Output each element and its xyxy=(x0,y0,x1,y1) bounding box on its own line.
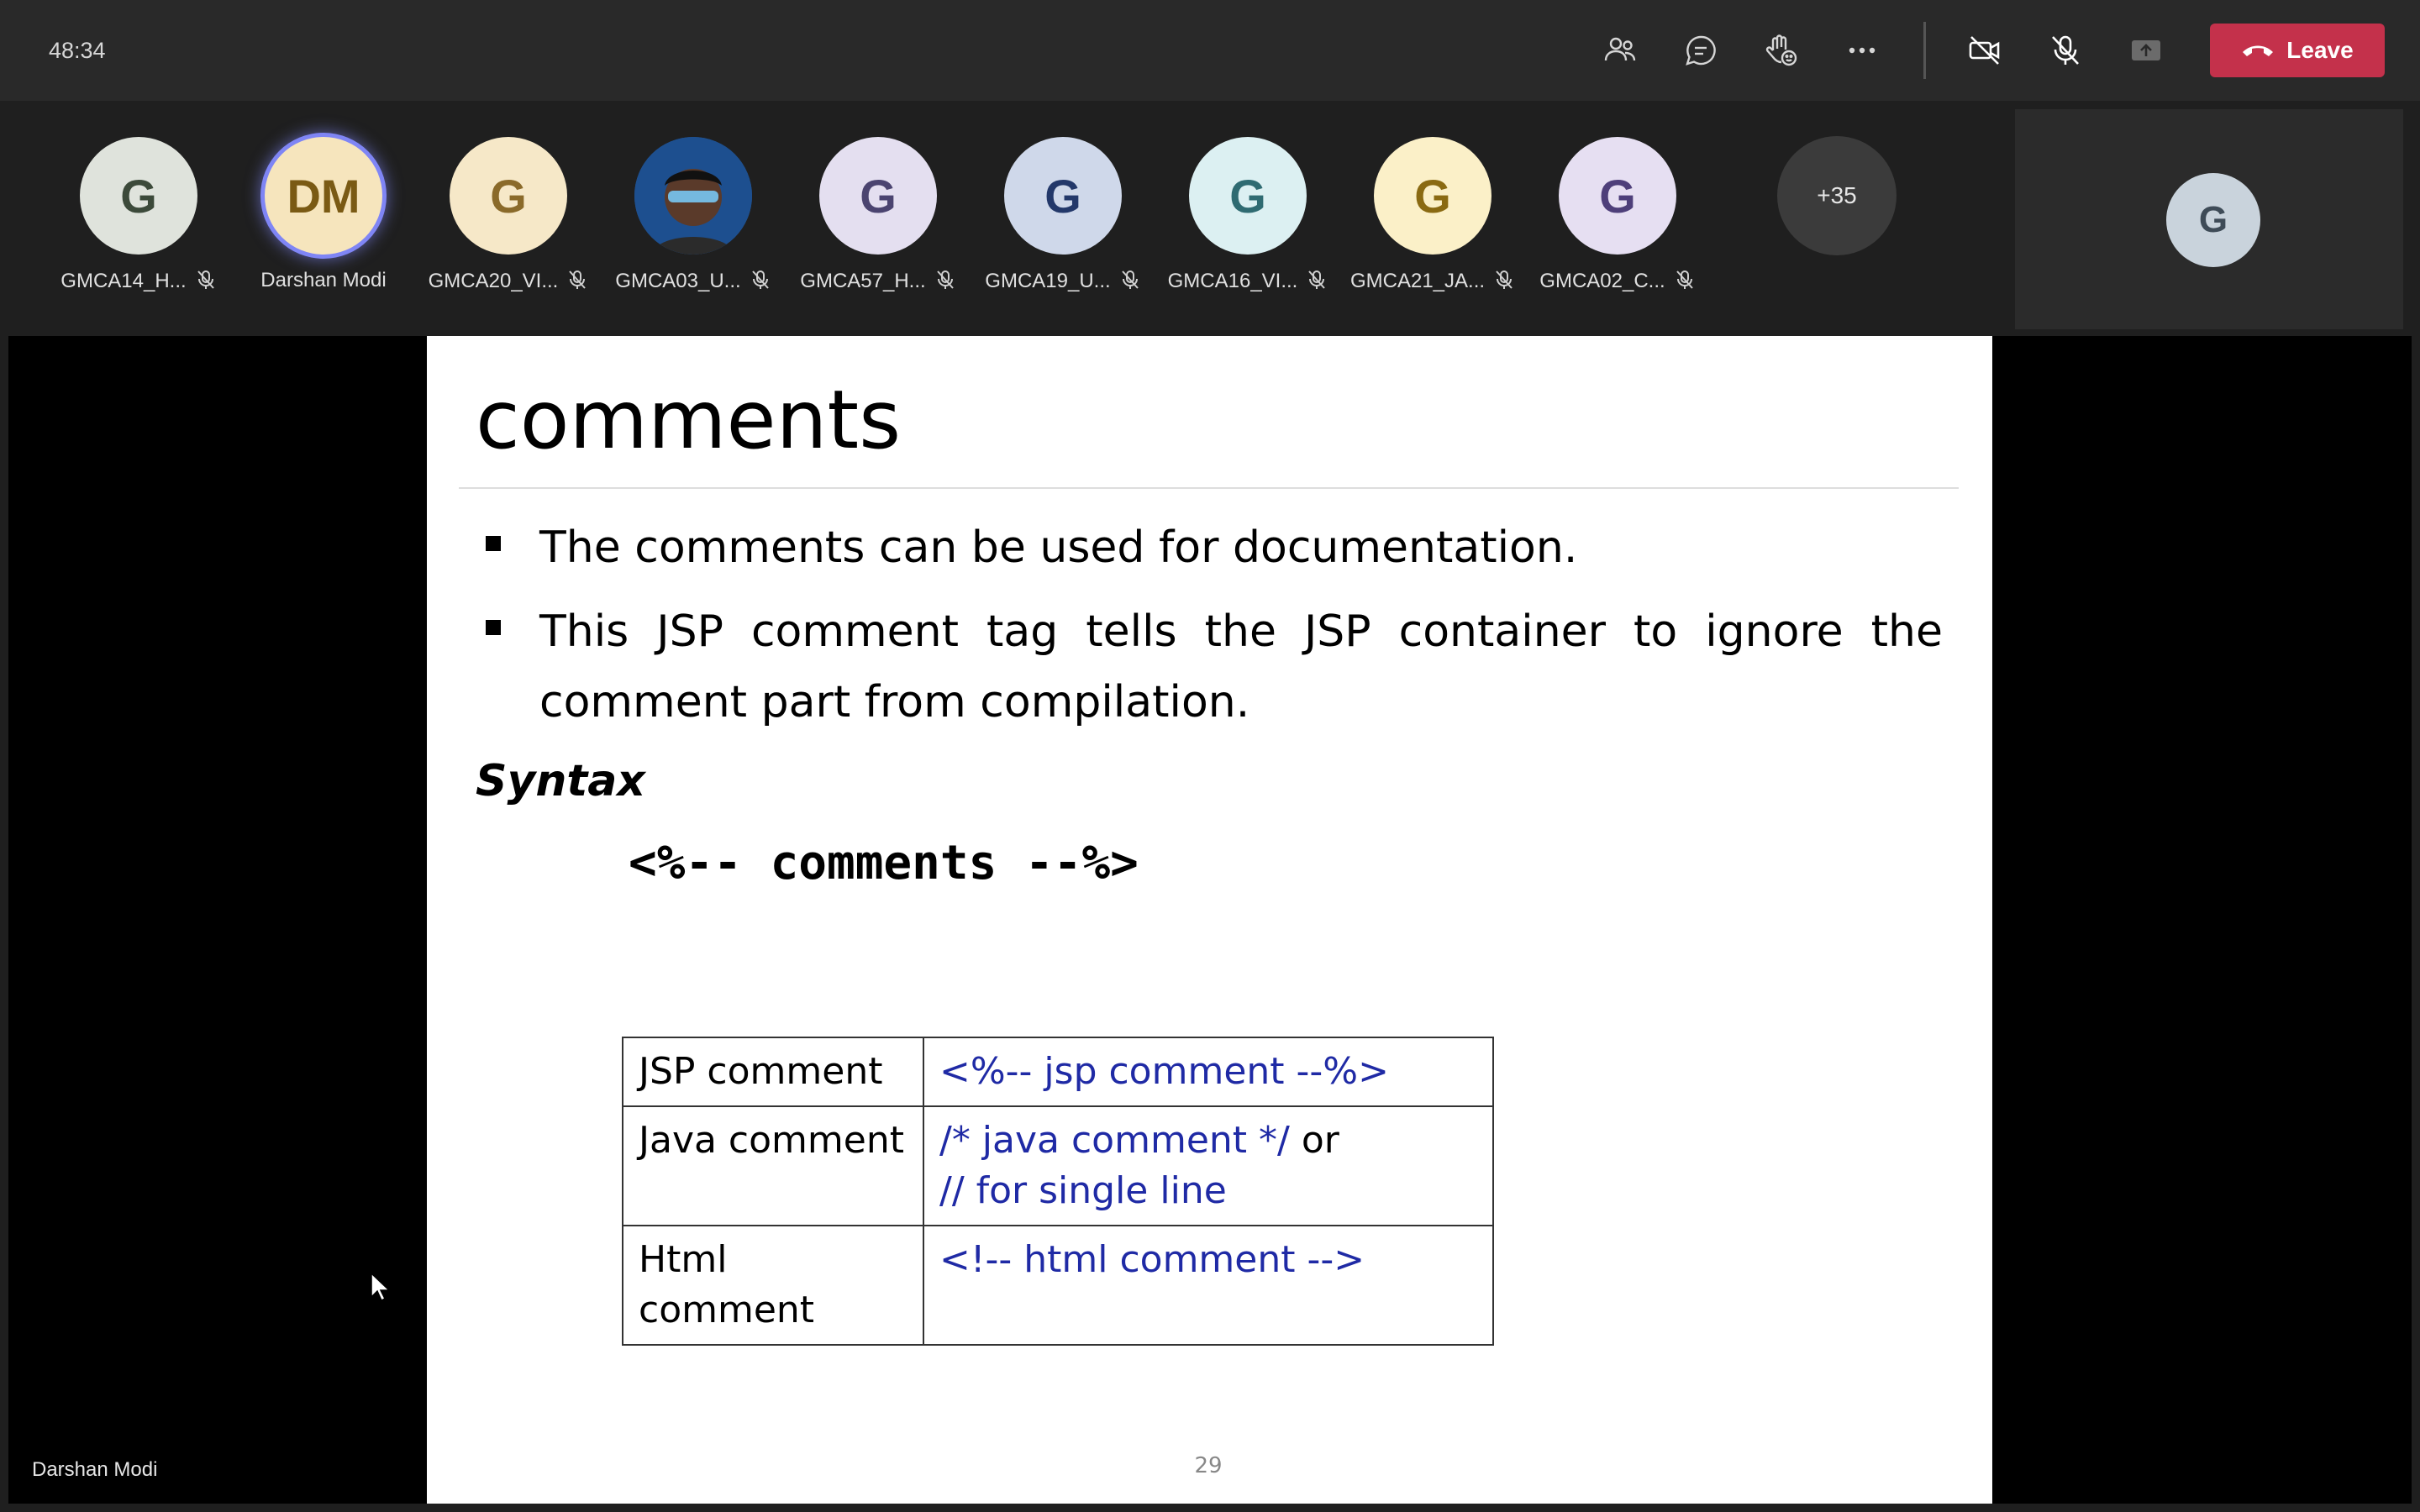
muted-mic-icon xyxy=(1121,270,1139,289)
avatar: G xyxy=(1189,137,1307,255)
participant-name-text: GMCA20_VI... xyxy=(428,270,559,292)
meeting-timer: 48:34 xyxy=(49,38,106,63)
muted-mic-icon xyxy=(1496,270,1512,289)
slide-page-number: 29 xyxy=(1194,1453,1223,1478)
participant-name-text: GMCA57_H... xyxy=(800,270,926,292)
participant-name-text: GMCA16_VI... xyxy=(1167,270,1298,292)
participant-name-text: GMCA02_C... xyxy=(1539,270,1665,292)
table-cell: <!-- html comment --> xyxy=(923,1225,1494,1346)
leave-label: Leave xyxy=(2286,37,2354,63)
presentation-slide: comments The comments can be used for do… xyxy=(427,336,1992,1504)
participant-tile[interactable]: G GMCA57_H... xyxy=(786,137,971,305)
meeting-toolbar: 48:34 Leave xyxy=(0,0,2420,101)
table-cell: /* java comment */ or // for single line xyxy=(923,1105,1494,1226)
avatar: G xyxy=(1004,137,1122,255)
participant-name-text: Darshan Modi xyxy=(260,269,387,291)
table-row: Html comment <!-- html comment --> xyxy=(622,1225,1494,1346)
avatar: DM xyxy=(265,137,382,255)
participant-tile[interactable]: GMCA03_U... xyxy=(601,137,786,305)
slide-title: comments xyxy=(476,373,902,467)
leave-button[interactable]: Leave xyxy=(2210,24,2385,77)
share-icon[interactable] xyxy=(2121,25,2171,76)
muted-mic-icon xyxy=(1308,270,1326,289)
avatar-photo xyxy=(634,137,752,255)
participant-tile[interactable]: DM Darshan Modi xyxy=(231,137,416,305)
raise-hand-icon[interactable] xyxy=(1756,25,1807,76)
self-avatar: G xyxy=(2166,173,2260,267)
avatar: G xyxy=(1559,137,1676,255)
bullet-square-icon xyxy=(486,536,501,551)
camera-off-icon[interactable] xyxy=(1960,25,2010,76)
participant-name: GMCA16_VI... xyxy=(1155,269,1340,293)
participant-tile[interactable]: G GMCA02_C... xyxy=(1525,137,1710,305)
table-cell: Java comment xyxy=(622,1105,924,1226)
table-row: Java comment /* java comment */ or // fo… xyxy=(622,1105,1494,1226)
chat-icon[interactable] xyxy=(1676,25,1726,76)
slide-divider xyxy=(459,487,1959,489)
more-participants-button[interactable]: +35 xyxy=(1777,136,1897,255)
teams-meeting-window: 48:34 Leave G GMCA14_H... DM Darshan Mod… xyxy=(0,0,2420,1512)
participant-name: Darshan Modi xyxy=(231,269,416,292)
participant-name: GMCA03_U... xyxy=(601,269,786,293)
muted-mic-icon xyxy=(751,270,769,289)
avatar: G xyxy=(819,137,937,255)
mouse-cursor-icon xyxy=(371,1272,390,1302)
participant-name: GMCA19_U... xyxy=(971,269,1155,293)
bullet-text: This JSP comment tag tells the JSP conta… xyxy=(539,606,1943,727)
participant-name-text: GMCA19_U... xyxy=(985,270,1111,292)
participant-tile[interactable]: G GMCA19_U... xyxy=(971,137,1155,305)
participant-name-text: GMCA14_H... xyxy=(60,270,187,292)
bullet-square-icon xyxy=(486,620,501,635)
table-cell: JSP comment xyxy=(622,1037,924,1107)
participant-tile[interactable]: G GMCA20_VI... xyxy=(416,137,601,305)
syntax-code: <%-- comments --%> xyxy=(629,836,1139,890)
muted-mic-icon xyxy=(569,270,587,289)
table-cell: Html comment xyxy=(622,1225,924,1346)
participant-tile[interactable]: G GMCA14_H... xyxy=(46,137,231,305)
avatar: G xyxy=(450,137,567,255)
cell-text: or xyxy=(1301,1119,1339,1162)
mic-off-icon[interactable] xyxy=(2040,25,2091,76)
participant-name: GMCA14_H... xyxy=(46,269,231,293)
table-cell: <%-- jsp comment --%> xyxy=(923,1037,1494,1107)
avatar: G xyxy=(80,137,197,255)
comment-types-table: JSP comment <%-- jsp comment --%> Java c… xyxy=(622,1037,1494,1346)
more-icon[interactable] xyxy=(1837,25,1887,76)
cell-text: /* java comment */ xyxy=(939,1119,1290,1162)
cell-text: // for single line xyxy=(939,1169,1227,1212)
table-row: JSP comment <%-- jsp comment --%> xyxy=(622,1037,1494,1107)
participant-name-text: GMCA03_U... xyxy=(615,270,741,292)
participant-tile[interactable]: G GMCA21_JA... xyxy=(1340,137,1525,305)
muted-mic-icon xyxy=(1676,270,1693,289)
muted-mic-icon xyxy=(936,270,954,289)
people-icon[interactable] xyxy=(1595,25,1645,76)
self-video-pane[interactable]: G xyxy=(2015,109,2403,329)
participant-tile[interactable]: G GMCA16_VI... xyxy=(1155,137,1340,305)
muted-mic-icon xyxy=(197,270,214,289)
syntax-label: Syntax xyxy=(476,756,645,806)
participant-name: GMCA21_JA... xyxy=(1340,269,1525,293)
presenter-name: Darshan Modi xyxy=(32,1458,158,1481)
participant-name: GMCA20_VI... xyxy=(416,269,601,293)
avatar: G xyxy=(1374,137,1491,255)
participant-name-text: GMCA21_JA... xyxy=(1349,270,1486,292)
toolbar-divider xyxy=(1923,22,1926,79)
bullet-text: The comments can be used for documentati… xyxy=(539,522,1578,573)
phone-hangup-icon xyxy=(2243,45,2274,56)
participant-name: GMCA02_C... xyxy=(1525,269,1710,293)
participant-name: GMCA57_H... xyxy=(786,269,971,293)
